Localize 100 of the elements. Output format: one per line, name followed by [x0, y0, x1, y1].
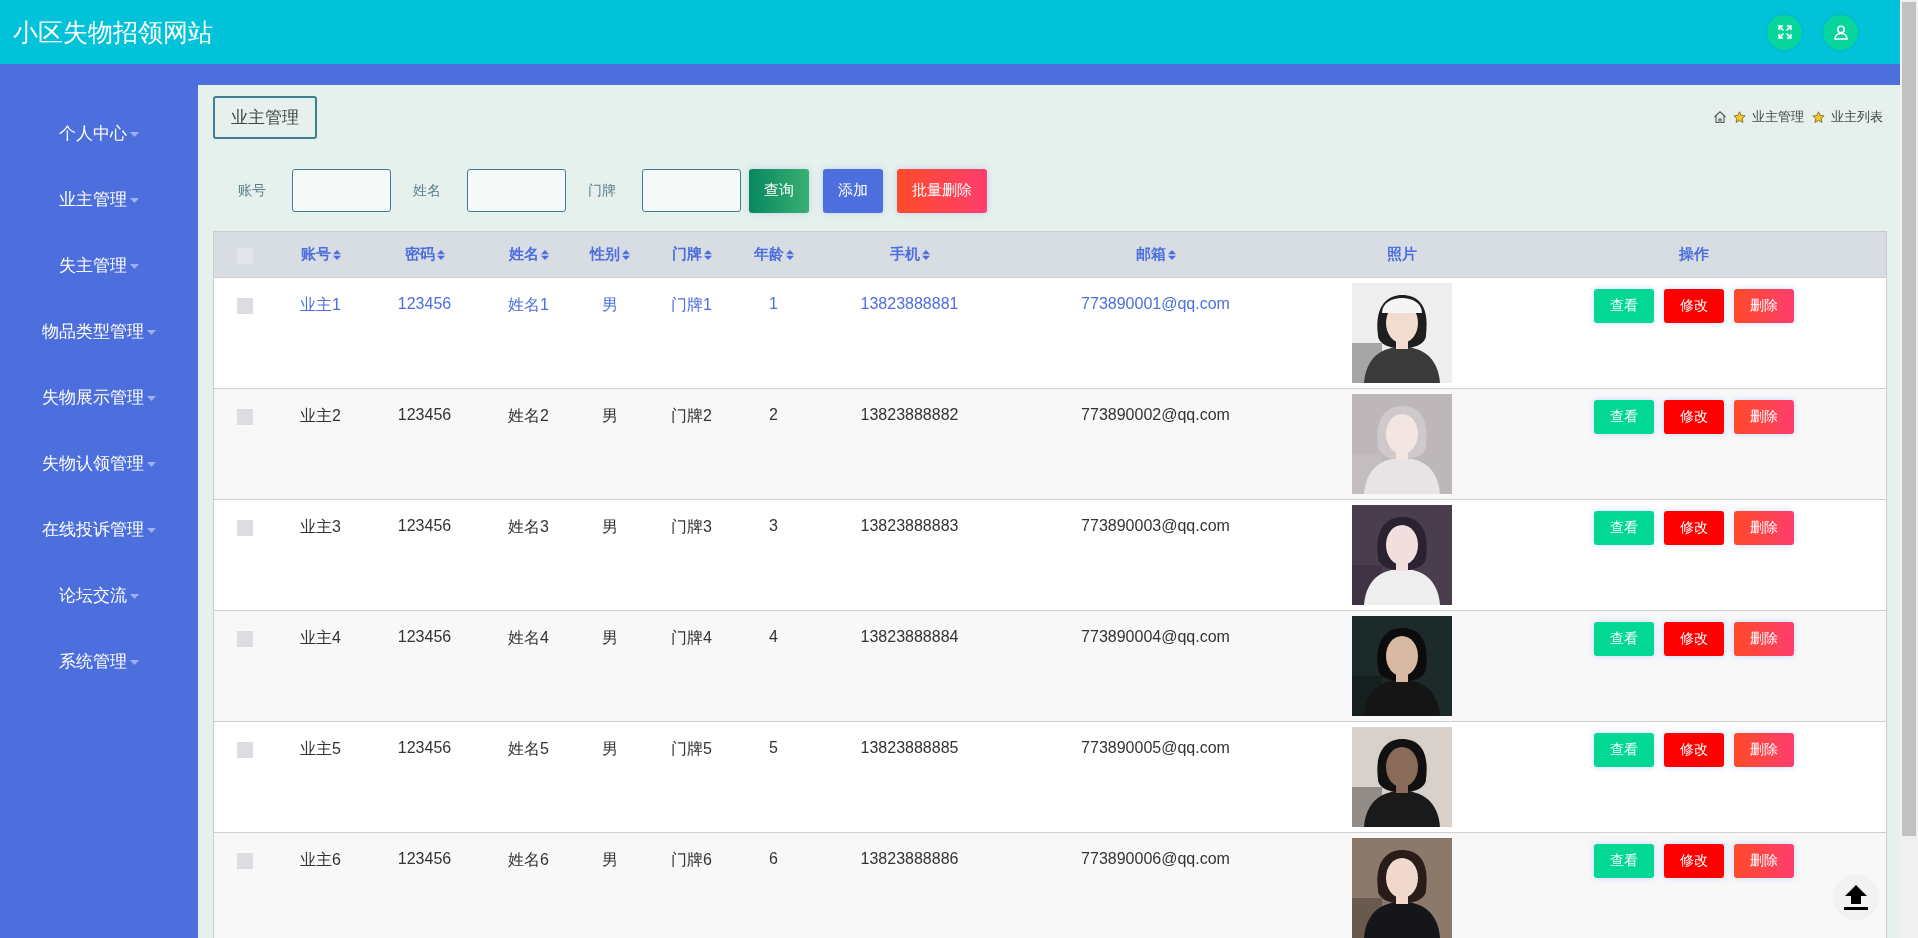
- sidebar-item[interactable]: 个人中心: [53, 123, 145, 189]
- row-checkbox[interactable]: [236, 630, 253, 647]
- caret-icon: [130, 132, 139, 137]
- table-cell: 业主4: [300, 629, 341, 646]
- table-cell: 门牌4: [671, 629, 712, 646]
- sort-icon: [921, 249, 930, 260]
- row-action-button[interactable]: 修改: [1663, 289, 1724, 323]
- row-action-button[interactable]: 查看: [1593, 289, 1654, 323]
- field-label: 姓名: [413, 181, 441, 200]
- table-cell: 773890004@qq.com: [1081, 628, 1230, 645]
- upload-arrow-icon: [1842, 883, 1870, 911]
- column-header[interactable]: 操作: [1678, 245, 1709, 264]
- table-cell: 姓名2: [508, 407, 549, 424]
- row-action-button[interactable]: 删除: [1733, 289, 1794, 323]
- table-cell: 1: [769, 295, 778, 312]
- column-header[interactable]: 账号: [300, 245, 341, 264]
- row-action-button[interactable]: 删除: [1733, 622, 1794, 656]
- scrollbar[interactable]: [1900, 0, 1918, 938]
- row-action-button[interactable]: 删除: [1733, 733, 1794, 767]
- table-cell: 123456: [397, 739, 452, 756]
- column-header[interactable]: 邮箱: [1135, 245, 1176, 264]
- table-cell: 姓名4: [508, 629, 549, 646]
- row-checkbox[interactable]: [236, 519, 253, 536]
- caret-icon: [147, 330, 156, 335]
- sort-icon: [1167, 249, 1176, 260]
- sort-icon: [703, 249, 712, 260]
- row-checkbox[interactable]: [236, 741, 253, 758]
- column-header[interactable]: 性别: [589, 245, 630, 264]
- table-cell: 13823888881: [860, 295, 959, 312]
- row-action-button[interactable]: 修改: [1663, 622, 1724, 656]
- toolbar-button[interactable]: 添加: [823, 168, 883, 213]
- search-field[interactable]: [292, 169, 391, 212]
- row-action-button[interactable]: 查看: [1593, 622, 1654, 656]
- table-cell: 门牌6: [671, 851, 712, 868]
- breadcrumb-item[interactable]: 业主管理: [1752, 108, 1804, 126]
- column-header[interactable]: 门牌: [671, 245, 712, 264]
- scrollbar-thumb[interactable]: [1902, 2, 1916, 836]
- row-action-button[interactable]: 删除: [1733, 511, 1794, 545]
- table-cell: 123456: [397, 850, 452, 867]
- sort-icon: [785, 249, 794, 260]
- field-label: 门牌: [588, 181, 616, 200]
- table-cell: 男: [601, 629, 618, 646]
- toolbar-button[interactable]: 批量删除: [897, 168, 987, 213]
- user-button[interactable]: [1823, 14, 1858, 50]
- row-action-button[interactable]: 修改: [1663, 400, 1724, 434]
- column-header[interactable]: 手机: [889, 245, 930, 264]
- sidebar-item[interactable]: 在线投诉管理: [36, 519, 162, 585]
- table-cell: 773890003@qq.com: [1081, 517, 1230, 534]
- table-cell: 门牌2: [671, 407, 712, 424]
- table-cell: 姓名6: [508, 851, 549, 868]
- table-cell: 123456: [397, 517, 452, 534]
- row-checkbox[interactable]: [236, 852, 253, 869]
- caret-icon: [130, 594, 139, 599]
- column-header[interactable]: 照片: [1386, 245, 1417, 264]
- sidebar-item[interactable]: 失物认领管理: [36, 453, 162, 519]
- row-checkbox[interactable]: [236, 408, 253, 425]
- table-cell: 5: [769, 739, 778, 756]
- column-header[interactable]: 密码: [404, 245, 445, 264]
- sidebar-item[interactable]: 物品类型管理: [36, 321, 162, 387]
- row-checkbox[interactable]: [236, 297, 253, 314]
- sidebar-item[interactable]: 系统管理: [53, 651, 145, 717]
- table-cell: 门牌3: [671, 518, 712, 535]
- table-cell: 业主3: [300, 518, 341, 535]
- table-cell: 123456: [397, 628, 452, 645]
- row-action-button[interactable]: 查看: [1593, 733, 1654, 767]
- table-cell: 2: [769, 406, 778, 423]
- star-icon: [1733, 110, 1746, 124]
- caret-icon: [130, 660, 139, 665]
- column-header[interactable]: 姓名: [508, 245, 549, 264]
- column-header[interactable]: 年龄: [753, 245, 794, 264]
- caret-icon: [147, 462, 156, 467]
- row-action-button[interactable]: 修改: [1663, 844, 1724, 878]
- row-action-button[interactable]: 删除: [1733, 844, 1794, 878]
- table-cell: 773890002@qq.com: [1081, 406, 1230, 423]
- row-action-button[interactable]: 查看: [1593, 511, 1654, 545]
- table-cell: 门牌5: [671, 740, 712, 757]
- table-cell: 男: [601, 740, 618, 757]
- sidebar-item[interactable]: 失物展示管理: [36, 387, 162, 453]
- field-label: 账号: [238, 181, 266, 200]
- row-action-button[interactable]: 修改: [1663, 511, 1724, 545]
- sidebar-item[interactable]: 失主管理: [53, 255, 145, 321]
- row-action-button[interactable]: 查看: [1593, 400, 1654, 434]
- toolbar-button[interactable]: 查询: [749, 168, 809, 213]
- page-tab[interactable]: 业主管理: [213, 96, 317, 139]
- table-cell: 773890005@qq.com: [1081, 739, 1230, 756]
- table-cell: 门牌1: [671, 296, 712, 313]
- table-cell: 123456: [397, 406, 452, 423]
- fullscreen-button[interactable]: [1767, 14, 1802, 50]
- search-field[interactable]: [642, 169, 741, 212]
- home-icon[interactable]: [1713, 110, 1727, 124]
- table-cell: 男: [601, 518, 618, 535]
- row-action-button[interactable]: 查看: [1593, 844, 1654, 878]
- sidebar-item[interactable]: 论坛交流: [53, 585, 145, 651]
- sidebar-item[interactable]: 业主管理: [53, 189, 145, 255]
- search-field[interactable]: [467, 169, 566, 212]
- row-action-button[interactable]: 删除: [1733, 400, 1794, 434]
- breadcrumb-item[interactable]: 业主列表: [1831, 108, 1883, 126]
- row-action-button[interactable]: 修改: [1663, 733, 1724, 767]
- table-cell: 773890001@qq.com: [1081, 295, 1230, 312]
- table-cell: 773890006@qq.com: [1081, 850, 1230, 867]
